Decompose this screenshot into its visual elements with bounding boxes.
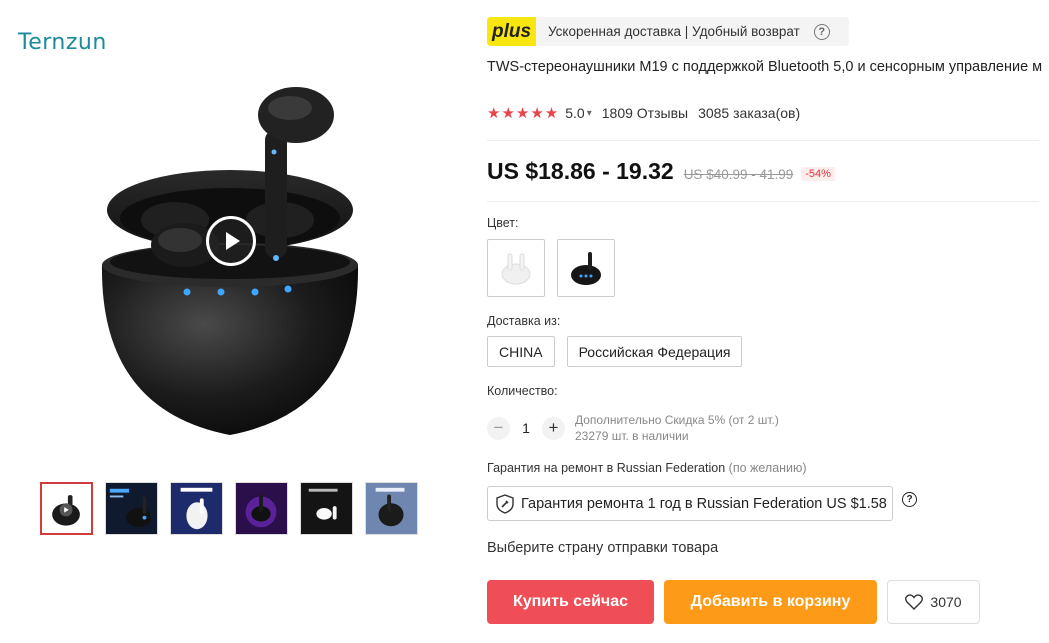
old-price: US $40.99 - 41.99 bbox=[683, 167, 794, 182]
warranty-label: Гарантия на ремонт в Russian Federation … bbox=[487, 461, 807, 475]
orders-count: 3085 заказа(ов) bbox=[698, 105, 801, 121]
product-title: TWS-стереонаушники M19 с поддержкой Blue… bbox=[487, 59, 1043, 75]
wrench-shield-icon bbox=[496, 493, 514, 514]
warranty-option[interactable]: Гарантия ремонта 1 год в Russian Federat… bbox=[487, 486, 893, 521]
rating-value[interactable]: 5.0 bbox=[565, 105, 584, 121]
thumbnail-1[interactable] bbox=[40, 482, 93, 535]
chevron-down-icon[interactable]: ▾ bbox=[587, 108, 592, 119]
buy-now-button[interactable]: Купить сейчас bbox=[487, 580, 654, 624]
thumbnail-4[interactable] bbox=[235, 482, 288, 535]
color-swatches bbox=[487, 239, 615, 297]
rating-row: ★★★★★ 5.0 ▾ 1809 Отзывы 3085 заказа(ов) bbox=[487, 104, 800, 122]
quantity-stepper: − 1 + Дополнительно Скидка 5% (от 2 шт.)… bbox=[487, 412, 779, 444]
choose-ship-country-text: Выберите страну отправки товара bbox=[487, 540, 719, 556]
color-option-black[interactable] bbox=[557, 239, 615, 297]
ship-from-options: CHINA Российская Федерация bbox=[487, 336, 743, 367]
warranty-help-icon[interactable]: ? bbox=[902, 492, 917, 507]
add-to-cart-button[interactable]: Добавить в корзину bbox=[664, 580, 877, 624]
thumbnail-6[interactable] bbox=[365, 482, 418, 535]
thumbnail-5[interactable] bbox=[300, 482, 353, 535]
current-price: US $18.86 - 19.32 bbox=[487, 158, 674, 184]
bulk-discount-note: Дополнительно Скидка 5% (от 2 шт.) bbox=[575, 413, 779, 427]
star-rating-icon: ★★★★★ bbox=[487, 105, 560, 122]
quantity-info: Дополнительно Скидка 5% (от 2 шт.) 23279… bbox=[575, 412, 779, 444]
stock-count: 23279 шт. в наличии bbox=[575, 429, 689, 443]
heart-icon bbox=[905, 594, 924, 610]
brand-logo: Ternzun bbox=[18, 30, 107, 55]
warranty-option-text: Гарантия ремонта 1 год в Russian Federat… bbox=[521, 495, 887, 512]
thumbnail-2[interactable] bbox=[105, 482, 158, 535]
divider bbox=[487, 140, 1039, 141]
quantity-minus-button[interactable]: − bbox=[487, 416, 510, 440]
wishlist-count: 3070 bbox=[930, 594, 962, 610]
quantity-value[interactable]: 1 bbox=[510, 420, 542, 436]
price-row: US $18.86 - 19.32 US $40.99 - 41.99 -54% bbox=[487, 158, 835, 185]
divider bbox=[487, 201, 1039, 202]
quantity-plus-button[interactable]: + bbox=[542, 416, 565, 440]
plus-benefits-text: Ускоренная доставка | Удобный возврат bbox=[548, 24, 800, 39]
ship-from-label: Доставка из: bbox=[487, 314, 561, 328]
thumbnail-strip bbox=[40, 482, 418, 535]
thumbnail-3[interactable] bbox=[170, 482, 223, 535]
ship-option-china[interactable]: CHINA bbox=[487, 336, 555, 367]
reviews-link[interactable]: 1809 Отзывы bbox=[602, 105, 688, 121]
plus-delivery-banner: plus Ускоренная доставка | Удобный возвр… bbox=[487, 17, 849, 46]
quantity-label: Количество: bbox=[487, 384, 558, 398]
color-label: Цвет: bbox=[487, 216, 519, 230]
warranty-optional-note: (по желанию) bbox=[728, 461, 807, 475]
wishlist-button[interactable]: 3070 bbox=[887, 580, 980, 624]
play-video-icon[interactable] bbox=[206, 216, 256, 266]
color-option-white[interactable] bbox=[487, 239, 545, 297]
ship-option-russia[interactable]: Российская Федерация bbox=[566, 336, 743, 367]
help-icon[interactable]: ? bbox=[813, 23, 830, 40]
plus-badge: plus bbox=[487, 17, 536, 46]
discount-badge: -54% bbox=[801, 167, 835, 181]
